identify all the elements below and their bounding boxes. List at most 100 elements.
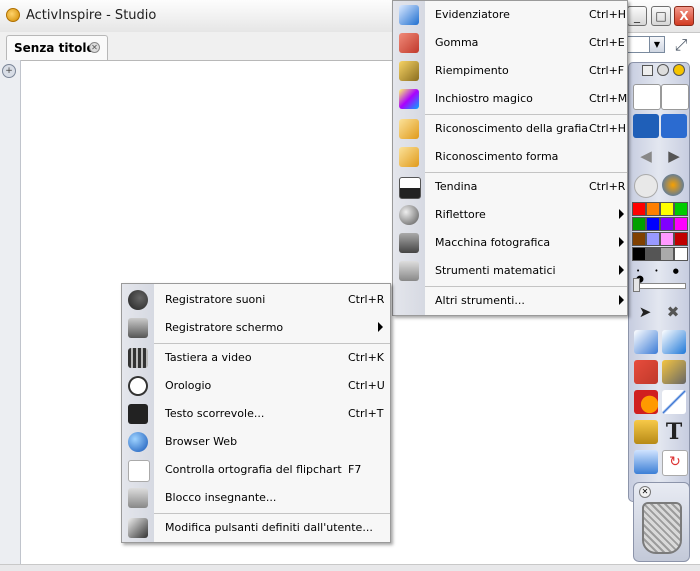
toolbox-collapse-icon[interactable] (657, 64, 669, 76)
text-tool-icon[interactable]: T (661, 420, 687, 444)
spellcheck-icon (128, 460, 150, 482)
menu-item-label: Riconoscimento forma (435, 150, 559, 163)
tools-menu: Evidenziatore Ctrl+H Gomma Ctrl+E Riempiment… (392, 0, 628, 316)
close-icon[interactable]: ✕ (639, 486, 651, 498)
menu-item[interactable]: Tendina Ctrl+R (393, 173, 627, 201)
color-swatch[interactable] (646, 202, 660, 216)
menu-item-label: Riconoscimento della grafia (435, 122, 589, 135)
color-swatch[interactable] (674, 217, 688, 231)
desktop-annotate-icon[interactable] (661, 114, 687, 138)
color-swatch[interactable] (632, 232, 646, 246)
menu-item[interactable]: Riconoscimento forma (393, 143, 627, 171)
reset-page-icon[interactable]: ↻ (662, 450, 688, 476)
color-swatch[interactable] (646, 247, 660, 261)
next-page-icon[interactable]: ▶ (661, 144, 687, 168)
fullscreen-icon[interactable]: ⤢ (671, 35, 691, 55)
highlighter-tool-icon[interactable] (662, 330, 686, 354)
shape-recognition-icon (399, 147, 419, 167)
submenu-arrow-icon (619, 295, 624, 305)
menu-item[interactable]: Altri strumenti... (393, 287, 627, 315)
select-arrow-icon[interactable]: ➤ (632, 300, 658, 324)
menu-item[interactable]: Controlla ortografia del flipchart F7 (122, 456, 390, 484)
menu-item[interactable]: Macchina fotografica (393, 229, 627, 257)
fill-tool-icon[interactable] (662, 360, 686, 384)
magic-ink-icon (399, 89, 419, 109)
switch-profile-icon[interactable] (662, 174, 684, 196)
pen-width-dots-icon[interactable]: • • ● ⬤ (636, 267, 690, 283)
menu-item[interactable]: Orologio Ctrl+U (122, 372, 390, 400)
color-swatch[interactable] (632, 217, 646, 231)
chevron-down-icon[interactable]: ▼ (649, 37, 664, 52)
menu-item[interactable]: Blocco insegnante... (122, 484, 390, 512)
color-swatch[interactable] (646, 232, 660, 246)
submenu-arrow-icon (619, 237, 624, 247)
resource-library-icon[interactable] (634, 420, 658, 444)
maximize-button[interactable]: □ (651, 6, 671, 26)
menu-item-label: Controlla ortografia del flipchart (165, 463, 342, 476)
menu-item[interactable]: Tastiera a video Ctrl+K (122, 344, 390, 372)
menu-item-shortcut: Ctrl+R (589, 180, 626, 193)
color-swatch[interactable] (660, 202, 674, 216)
browsers-icon[interactable] (661, 84, 689, 110)
toolbox-pin-icon[interactable] (673, 64, 685, 76)
camera-icon (399, 233, 419, 253)
tab-close-icon[interactable]: ✕ (89, 42, 100, 53)
color-swatch[interactable] (632, 202, 646, 216)
zoom-dropdown[interactable]: ▼ (627, 36, 665, 53)
color-swatch[interactable] (646, 217, 660, 231)
color-swatch[interactable] (632, 247, 646, 261)
pen-mode-icon[interactable] (633, 114, 659, 138)
tools-icon[interactable]: ✖ (660, 300, 686, 324)
menu-item-shortcut: Ctrl+H (589, 8, 627, 21)
activinspire-logo-icon (6, 8, 20, 22)
color-swatch[interactable] (674, 202, 688, 216)
color-swatch[interactable] (660, 217, 674, 231)
trash-can-icon[interactable] (642, 502, 682, 554)
tab-flipchart[interactable]: Senza titolo ✕ (6, 35, 108, 60)
toolbox-menu-icon[interactable] (642, 65, 653, 76)
previous-page-icon[interactable]: ◀ (633, 144, 659, 168)
teacher-lock-icon (128, 488, 148, 508)
highlighter-icon (399, 5, 419, 25)
color-swatch[interactable] (660, 247, 674, 261)
fill-bucket-icon (399, 61, 419, 81)
pen-icon[interactable] (634, 330, 658, 354)
tab-bar: Senza titolo ✕ (0, 32, 392, 61)
menu-item[interactable]: Evidenziatore Ctrl+H (393, 1, 627, 29)
menu-item[interactable]: Riconoscimento della grafia Ctrl+H (393, 115, 627, 143)
menu-item-label: Testo scorrevole... (165, 407, 265, 420)
pin-icon[interactable]: + (2, 64, 16, 78)
menu-item[interactable]: Registratore schermo (122, 314, 390, 342)
window-title: ActivInspire - Studio (26, 8, 157, 23)
menu-item-label: Gomma (435, 36, 479, 49)
clock-icon (128, 376, 148, 396)
menu-item[interactable]: Registratore suoni Ctrl+R (122, 286, 390, 314)
play-icon[interactable] (634, 174, 658, 198)
width-slider[interactable] (636, 283, 686, 289)
clear-icon[interactable] (634, 450, 658, 474)
ticker-icon (128, 404, 148, 424)
menu-item[interactable]: Inchiostro magico Ctrl+M (393, 85, 627, 113)
main-menu-icon[interactable] (633, 84, 661, 110)
video-camera-icon (128, 318, 148, 338)
menu-item[interactable]: Browser Web (122, 428, 390, 456)
menu-item[interactable]: Riflettore (393, 201, 627, 229)
eraser-tool-icon[interactable] (634, 360, 658, 384)
menu-item[interactable]: Riempimento Ctrl+F (393, 57, 627, 85)
tab-label: Senza titolo (14, 41, 95, 55)
menu-item[interactable]: Strumenti matematici (393, 257, 627, 285)
color-swatch[interactable] (674, 232, 688, 246)
submenu-arrow-icon (619, 209, 624, 219)
connector-tool-icon[interactable] (662, 390, 686, 414)
shape-tool-icon[interactable] (634, 390, 658, 414)
menu-item[interactable]: Gomma Ctrl+E (393, 29, 627, 57)
toolbox-tools: • • ● ⬤ ➤ ✖ T ↻ (630, 264, 690, 476)
minimize-button[interactable]: _ (627, 6, 647, 26)
menu-item[interactable]: Testo scorrevole... Ctrl+T (122, 400, 390, 428)
color-swatch[interactable] (660, 232, 674, 246)
close-button[interactable]: X (674, 6, 694, 26)
menu-item[interactable]: Modifica pulsanti definiti dall'utente..… (122, 514, 390, 542)
color-swatch[interactable] (674, 247, 688, 261)
menu-item-shortcut: Ctrl+R (348, 293, 385, 306)
width-slider-handle[interactable] (633, 278, 640, 292)
